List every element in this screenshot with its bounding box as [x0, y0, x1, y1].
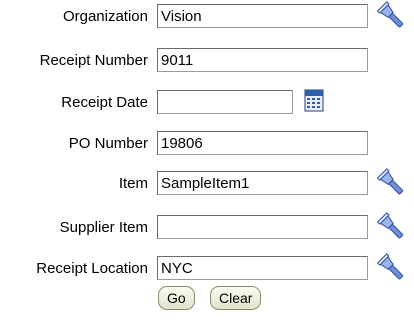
- flashlight-search-icon[interactable]: [376, 252, 406, 284]
- receipt-date-field[interactable]: [157, 90, 293, 114]
- receipt-location-row: Receipt Location: [0, 252, 414, 286]
- item-label: Item: [118, 175, 148, 192]
- flashlight-search-icon[interactable]: [376, 167, 406, 199]
- supplier-item-field[interactable]: [157, 215, 368, 239]
- calendar-icon[interactable]: [302, 88, 332, 120]
- clear-button[interactable]: Clear: [210, 286, 262, 310]
- receipt-number-label: Receipt Number: [39, 52, 148, 69]
- supplier-item-label: Supplier Item: [59, 219, 148, 236]
- item-field[interactable]: [157, 171, 368, 195]
- po-number-field[interactable]: [157, 131, 368, 155]
- po-number-row: PO Number: [0, 127, 414, 161]
- po-number-label: PO Number: [68, 135, 148, 152]
- organization-label: Organization: [62, 8, 148, 25]
- organization-row: Organization: [0, 0, 414, 34]
- receipt-date-row: Receipt Date: [0, 86, 414, 120]
- organization-field[interactable]: [157, 4, 368, 28]
- supplier-item-row: Supplier Item: [0, 211, 414, 245]
- receipt-number-row: Receipt Number: [0, 44, 414, 78]
- flashlight-search-icon[interactable]: [376, 0, 406, 32]
- receipt-number-field[interactable]: [157, 48, 368, 72]
- receipt-location-label: Receipt Location: [36, 260, 148, 277]
- flashlight-search-icon[interactable]: [376, 211, 406, 243]
- item-row: Item: [0, 167, 414, 201]
- receipt-location-field[interactable]: [157, 256, 368, 280]
- go-button[interactable]: Go: [158, 286, 195, 310]
- receipt-date-label: Receipt Date: [61, 94, 148, 111]
